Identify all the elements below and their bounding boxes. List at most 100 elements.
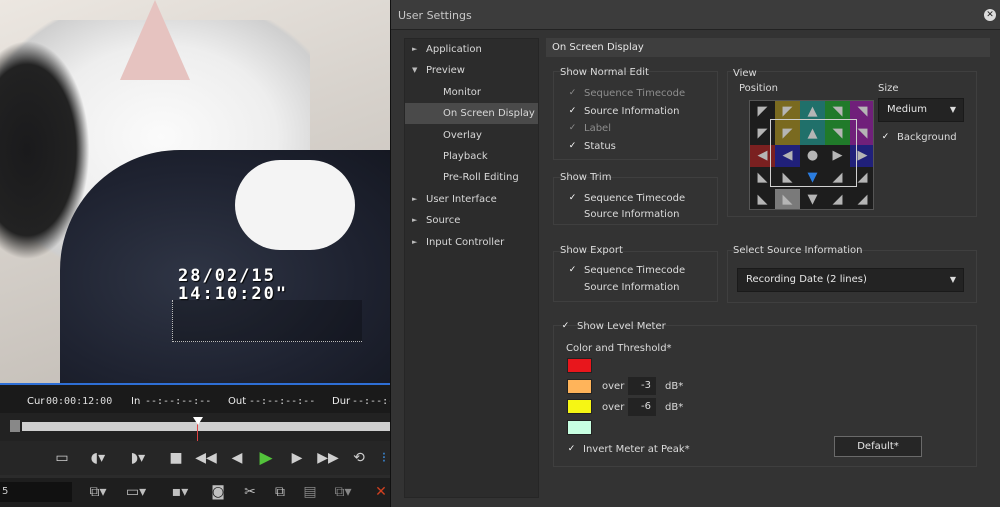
copy-icon[interactable]: ⧉	[270, 483, 290, 501]
chevron-down-icon: ▼	[949, 105, 956, 114]
chevron-right-icon[interactable]: ►	[412, 189, 417, 210]
user-settings-dialog: User Settings ✕ ► Application ▼ Preview Moni…	[390, 0, 1000, 507]
osd-date: 28/02/15	[178, 266, 276, 286]
cur-label: Cur	[27, 396, 45, 407]
transport-controls: ▭ ◖▾ ◗▾ ■ ◀◀ ◀ ▶ ▶ ▶▶ ⟲ ⁝	[0, 441, 390, 475]
checkbox-label: Status	[584, 140, 616, 152]
tree-item[interactable]: Monitor	[405, 82, 538, 103]
match-frame-icon[interactable]: ▭	[52, 449, 72, 467]
checkbox-label: Label	[584, 123, 611, 134]
threshold-input-1[interactable]: -3	[628, 377, 656, 395]
tree-item[interactable]: Overlay	[405, 125, 538, 146]
checkbox-label: Sequence Timecode	[584, 265, 686, 276]
rewind-icon[interactable]: ◀◀	[194, 449, 218, 467]
paste-icon[interactable]: ▤	[300, 483, 320, 501]
color-threshold-label: Color and Threshold*	[566, 343, 672, 354]
select-source-info-title: Select Source Information	[733, 245, 863, 256]
fast-forward-icon[interactable]: ▶▶	[316, 449, 340, 467]
check-icon: ✓	[881, 132, 890, 142]
tree-item[interactable]: ► Input Controller	[405, 232, 538, 253]
save-icon[interactable]: ▪▾	[166, 483, 194, 501]
check-icon: ✓	[567, 444, 576, 454]
set-in-icon[interactable]: ◖▾	[86, 449, 110, 467]
checkbox-label: Source Information	[584, 282, 680, 293]
chevron-down-icon: ▼	[949, 275, 956, 284]
position-grid[interactable]: ◤ ◤ ▲ ◥ ◥ ◤ ◤ ▲ ◥ ◥ ◀ ◀ ● ▶ ▶ ◣ ◣ ▼ ◢ ◢ ◣ ◣ ▼ ◢ ◢	[749, 100, 874, 210]
step-back-icon[interactable]: ◀	[228, 449, 246, 467]
timecode-input[interactable]: 5	[0, 482, 72, 502]
step-forward-icon[interactable]: ▶	[288, 449, 306, 467]
set-out-icon[interactable]: ◗▾	[126, 449, 150, 467]
in-label: In	[131, 396, 141, 407]
checkbox-label: Sequence Timecode	[584, 193, 686, 204]
threshold-input-2[interactable]: -6	[628, 398, 656, 416]
check-icon: ✓	[561, 321, 570, 331]
checkbox-label: Source Information	[584, 105, 680, 117]
paste-special-icon[interactable]: ⧉▾	[330, 483, 356, 501]
check-icon	[567, 282, 578, 293]
tree-item[interactable]: ▼ Preview	[405, 60, 538, 81]
background-label: Background	[897, 132, 957, 143]
db-unit-1: dB*	[665, 381, 684, 392]
check-icon: ✓	[568, 105, 577, 116]
out-label: Out	[228, 396, 247, 407]
tree-item[interactable]: ► Source	[405, 210, 538, 231]
cut-icon[interactable]: ✂	[240, 483, 260, 501]
tree-item[interactable]: On Screen Display	[405, 103, 538, 125]
tree-item-label: Input Controller	[426, 236, 505, 248]
level-color-swatch-1[interactable]	[567, 358, 592, 373]
check-icon: ✓	[568, 193, 577, 203]
close-icon[interactable]: ✕	[984, 9, 996, 21]
folder-icon[interactable]: ▭▾	[122, 483, 150, 501]
scrubber[interactable]	[0, 413, 390, 441]
position-arrow-icon[interactable]: ◢	[850, 189, 873, 209]
in-timecode: --:--:--:--	[145, 396, 212, 407]
play-icon[interactable]: ▶	[255, 449, 277, 467]
show-export-title: Show Export	[560, 245, 623, 256]
check-icon: ✓	[568, 140, 577, 151]
position-arrow-icon[interactable]: ◣	[750, 189, 775, 209]
position-arrow-icon[interactable]: ◢	[825, 189, 850, 209]
overflow-icon[interactable]: ⁝	[378, 449, 390, 467]
tree-item-label: Overlay	[443, 129, 482, 141]
source-info-select-value: Recording Date (2 lines)	[746, 274, 867, 285]
default-button[interactable]: Default*	[834, 436, 922, 457]
invert-meter-label: Invert Meter at Peak*	[583, 444, 690, 455]
chevron-right-icon[interactable]: ►	[412, 39, 417, 60]
check-icon: ✓	[568, 88, 577, 98]
delete-icon[interactable]: ✕	[373, 483, 389, 501]
sequence-icon[interactable]: ⧉▾	[84, 483, 112, 501]
source-info-select[interactable]: Recording Date (2 lines) ▼	[737, 268, 964, 292]
chevron-right-icon[interactable]: ►	[412, 232, 417, 253]
level-color-swatch-4[interactable]	[567, 420, 592, 435]
position-highlight	[770, 119, 857, 187]
tree-item[interactable]: ► Application	[405, 39, 538, 60]
tree-item-label: User Interface	[426, 193, 497, 205]
dialog-title: User Settings	[398, 9, 472, 22]
dur-label: Dur	[332, 396, 351, 407]
tree-item-label: Application	[426, 44, 482, 55]
content-title: On Screen Display	[546, 38, 990, 57]
loop-icon[interactable]: ⟲	[348, 449, 370, 467]
video-preview: 28/02/15 14:10:20"	[0, 0, 390, 383]
view-title: View	[733, 68, 757, 79]
position-arrow-icon[interactable]: ◣	[775, 189, 800, 209]
show-trim-title: Show Trim	[560, 172, 612, 183]
tree-item[interactable]: Playback	[405, 146, 538, 167]
size-select[interactable]: Medium ▼	[878, 98, 964, 122]
chevron-down-icon[interactable]: ▼	[412, 60, 417, 81]
level-color-swatch-3[interactable]	[567, 399, 592, 414]
tree-item[interactable]: Pre-Roll Editing	[405, 167, 538, 188]
position-arrow-icon[interactable]: ▼	[800, 189, 825, 209]
camera-icon[interactable]: ◙	[208, 483, 228, 501]
playhead-icon[interactable]	[193, 417, 203, 425]
check-icon	[567, 209, 578, 220]
stop-icon[interactable]: ■	[166, 449, 186, 467]
show-level-meter-label: Show Level Meter	[577, 321, 666, 332]
chevron-right-icon[interactable]: ►	[412, 210, 417, 231]
level-color-swatch-2[interactable]	[567, 379, 592, 394]
scrubber-track[interactable]	[22, 422, 390, 431]
check-icon: ✓	[568, 123, 577, 133]
dialog-titlebar: User Settings ✕	[391, 0, 1000, 30]
tree-item[interactable]: ► User Interface	[405, 189, 538, 210]
